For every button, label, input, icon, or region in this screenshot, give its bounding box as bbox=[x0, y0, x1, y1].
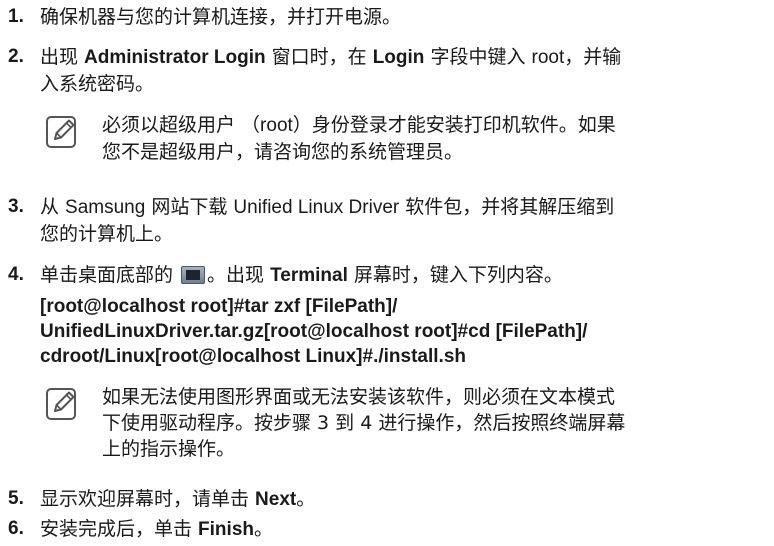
step-text: 从 Samsung 网站下载 Unified Linux Driver 软件包，… bbox=[40, 196, 615, 245]
note-text: 如果无法使用图形界面或无法安装该软件，则必须在文本模式 下使用驱动程序。按步骤 … bbox=[102, 386, 626, 460]
step-5: 5. 显示欢迎屏幕时，请单击 Next。 bbox=[8, 486, 768, 513]
note-text: 必须以超级用户 （root）身份登录才能安装打印机软件。如果 您不是超级用户，请… bbox=[102, 114, 616, 163]
terminal-name: Terminal bbox=[270, 265, 348, 286]
step-1: 1. 确保机器与您的计算机连接，并打开电源。 bbox=[8, 4, 768, 30]
step-3: 3. 从 Samsung 网站下载 Unified Linux Driver 软… bbox=[8, 194, 768, 247]
command-line: cdroot/Linux[root@localhost Linux]#./ins… bbox=[40, 346, 466, 367]
terminal-icon bbox=[181, 266, 206, 284]
step-text: 显示欢迎屏幕时，请单击 Next。 bbox=[40, 488, 316, 510]
step-text: 确保机器与您的计算机连接，并打开电源。 bbox=[40, 6, 402, 28]
step-number: 2. bbox=[8, 46, 24, 67]
step-number: 4. bbox=[8, 264, 24, 285]
step-2: 2. 出现 Administrator Login 窗口时，在 Login 字段… bbox=[8, 44, 768, 97]
step-number: 6. bbox=[8, 518, 24, 539]
note-box: 必须以超级用户 （root）身份登录才能安装打印机软件。如果 您不是超级用户，请… bbox=[44, 112, 764, 165]
document-page: 1. 确保机器与您的计算机连接，并打开电源。 2. 出现 Administrat… bbox=[0, 0, 774, 546]
finish-label: Finish bbox=[198, 519, 254, 540]
step-text: 出现 Administrator Login 窗口时，在 Login 字段中键入… bbox=[40, 46, 622, 95]
note-box: 如果无法使用图形界面或无法安装该软件，则必须在文本模式 下使用驱动程序。按步骤 … bbox=[44, 384, 764, 462]
window-name: Administrator Login bbox=[84, 47, 266, 68]
next-label: Next bbox=[255, 489, 297, 510]
step-number: 5. bbox=[8, 488, 24, 509]
command-line: UnifiedLinuxDriver.tar.gz[root@localhost… bbox=[40, 321, 588, 342]
step-number: 1. bbox=[8, 6, 24, 27]
step-6: 6. 安装完成后，单击 Finish。 bbox=[8, 516, 768, 543]
command-line: [root@localhost root]#tar zxf [FilePath]… bbox=[40, 296, 398, 317]
step-4: 4. 单击桌面底部的 。出现 Terminal 屏幕时，键入下列内容。 bbox=[8, 262, 768, 289]
note-pencil-icon bbox=[46, 116, 76, 148]
field-name: Login bbox=[372, 47, 425, 68]
step-number: 3. bbox=[8, 196, 24, 217]
note-pencil-icon bbox=[46, 388, 76, 420]
step-text: 单击桌面底部的 。出现 Terminal 屏幕时，键入下列内容。 bbox=[40, 264, 563, 286]
step-text: 安装完成后，单击 Finish。 bbox=[40, 518, 274, 540]
command-block: [root@localhost root]#tar zxf [FilePath]… bbox=[40, 294, 770, 369]
